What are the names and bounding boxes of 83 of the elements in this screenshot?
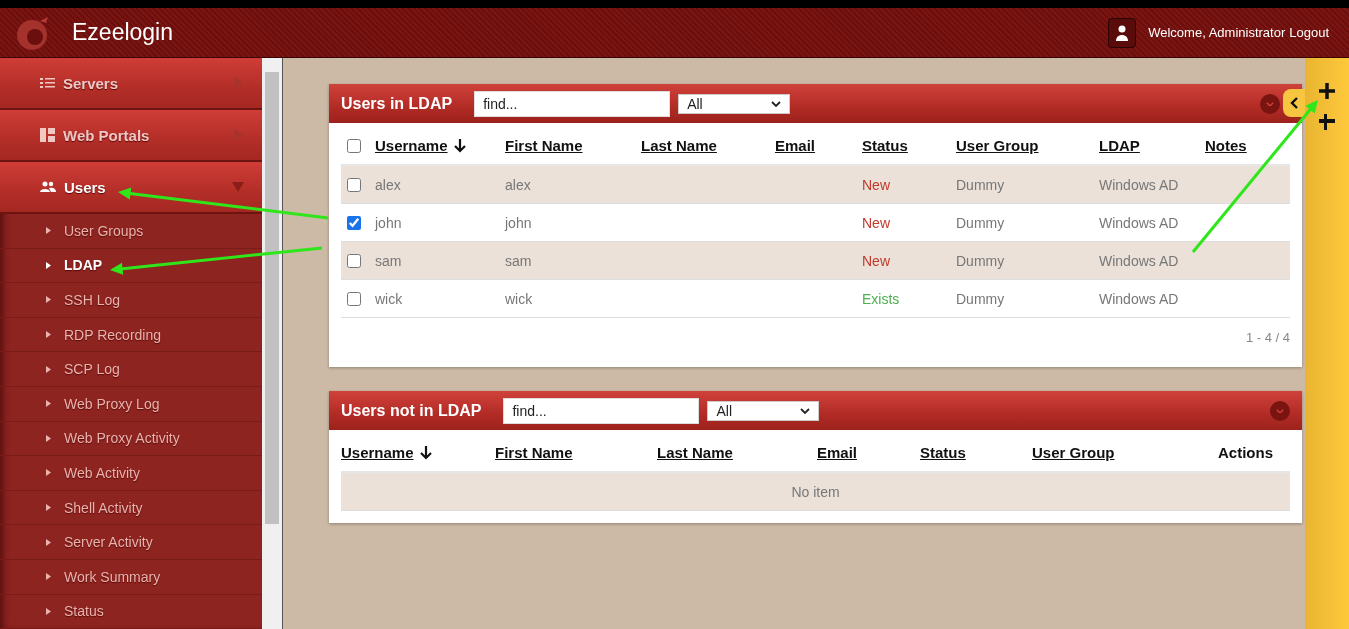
plus-icon[interactable]	[1318, 82, 1336, 100]
users-icon	[40, 181, 56, 193]
bullet-icon	[46, 573, 51, 581]
status-text: New	[862, 252, 891, 269]
brand-name: Ezeelogin	[72, 19, 174, 46]
table-cell-text: Windows AD	[1099, 176, 1180, 193]
bullet-icon	[46, 400, 51, 408]
column-header[interactable]: Last Name	[641, 137, 717, 154]
bullet-icon	[46, 296, 51, 304]
column-header[interactable]: Email	[817, 444, 858, 461]
down-arrow-icon	[419, 445, 432, 460]
bullet-icon	[46, 331, 51, 339]
table-cell-text: Dummy	[956, 290, 1006, 307]
panel-title: Users in LDAP	[341, 94, 453, 113]
bullet-icon	[46, 227, 51, 235]
table-cell-text: Windows AD	[1099, 290, 1180, 307]
scrollbar[interactable]	[262, 58, 283, 629]
table-cell-text: wick	[505, 290, 534, 307]
column-header[interactable]: Status	[862, 137, 908, 154]
bullet-icon	[46, 365, 51, 373]
list-icon	[40, 77, 55, 89]
table-cell-text: Windows AD	[1099, 252, 1180, 269]
caret-icon	[800, 407, 811, 414]
column-header[interactable]: LDAP	[1099, 137, 1140, 154]
bullet-icon	[46, 434, 51, 442]
status-text: New	[862, 176, 891, 193]
column-header: Actions	[1218, 444, 1273, 461]
caret-icon	[771, 100, 782, 107]
table-cell-text: alex	[375, 176, 402, 193]
row-checkbox[interactable]	[347, 215, 361, 230]
panel-title: Users not in LDAP	[341, 401, 482, 420]
sidebar-menu-item[interactable]: Servers	[0, 58, 262, 110]
filter-select[interactable]: All	[678, 93, 791, 114]
person-icon	[1116, 24, 1129, 41]
select-all-checkbox[interactable]	[347, 138, 361, 153]
table-cell-text: wick	[375, 290, 404, 307]
table-cell-text: Dummy	[956, 176, 1006, 193]
row-checkbox[interactable]	[347, 291, 361, 306]
search-field[interactable]: find...	[474, 90, 671, 117]
column-header[interactable]: Notes	[1205, 137, 1247, 154]
row-checkbox[interactable]	[347, 177, 361, 192]
sidebar-menu-item[interactable]: Web Portals	[0, 110, 262, 162]
column-header[interactable]: Last Name	[657, 444, 733, 461]
bullet-icon	[46, 469, 51, 477]
column-header[interactable]: User Group	[1032, 444, 1115, 461]
column-header[interactable]: Email	[775, 137, 816, 154]
user-avatar-button[interactable]	[1108, 17, 1137, 48]
column-header[interactable]: First Name	[505, 137, 583, 154]
table-cell-text: john	[505, 214, 533, 231]
table-cell-text: john	[375, 214, 403, 231]
side-tab-button[interactable]	[1283, 89, 1305, 117]
pagination-text: 1 - 4 / 4	[1245, 330, 1290, 345]
search-field[interactable]: find...	[503, 397, 700, 424]
bullet-icon	[46, 607, 51, 615]
column-header[interactable]: Username	[375, 137, 466, 154]
bullet-icon	[46, 504, 51, 512]
bullet-icon	[46, 261, 51, 269]
table-cell-text: Windows AD	[1099, 214, 1180, 231]
caret-icon	[1276, 408, 1284, 414]
logout-link[interactable]: Logout	[1289, 25, 1329, 40]
sidebar-menu-item[interactable]: Users	[0, 162, 262, 214]
column-header[interactable]: Username	[341, 444, 432, 461]
column-header[interactable]: First Name	[495, 444, 573, 461]
filter-select[interactable]: All	[707, 400, 820, 421]
move-icon[interactable]	[1319, 114, 1335, 130]
table-cell-text: sam	[505, 252, 533, 269]
status-text: New	[862, 214, 891, 231]
empty-message: No item	[791, 483, 840, 500]
column-header[interactable]: User Group	[956, 137, 1039, 154]
table-cell-text: alex	[505, 176, 532, 193]
welcome-text: Welcome, Administrator	[1148, 25, 1286, 40]
table-cell-text: Dummy	[956, 214, 1006, 231]
tiles-icon	[40, 128, 55, 142]
bullet-icon	[46, 538, 51, 546]
table-cell-text: sam	[375, 252, 403, 269]
row-checkbox[interactable]	[347, 253, 361, 268]
column-header[interactable]: Status	[920, 444, 966, 461]
down-triangle-icon	[232, 181, 244, 193]
table-cell-text: Dummy	[956, 252, 1006, 269]
down-arrow-icon	[453, 138, 466, 153]
chevron-left-icon	[1290, 97, 1298, 109]
status-text: Exists	[862, 290, 901, 307]
caret-icon	[1266, 101, 1274, 107]
